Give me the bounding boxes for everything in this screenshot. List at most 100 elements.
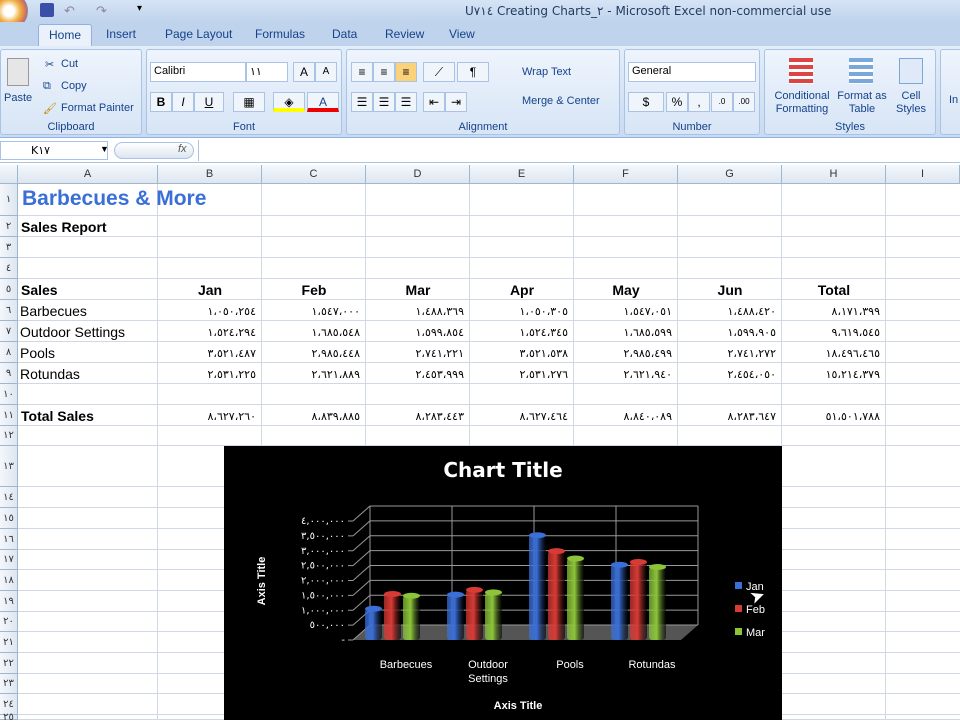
row-header[interactable]: ۱۳: [0, 446, 18, 487]
column-header-F[interactable]: F: [574, 165, 678, 184]
conditional-formatting-button[interactable]: Conditional Formatting: [769, 90, 835, 116]
row-header[interactable]: ٦: [0, 300, 18, 321]
row-header[interactable]: ۷: [0, 321, 18, 342]
row-label-cell[interactable]: Pools: [20, 345, 55, 361]
value-cell[interactable]: ۱٥،۲۱٤،۳۷۹: [782, 368, 880, 381]
value-cell[interactable]: ۱،٤۸۸،٤۲۰: [678, 305, 776, 318]
value-cell[interactable]: ۱،٥۹۹،۸٥٤: [366, 326, 465, 339]
row-header[interactable]: ۲۱: [0, 632, 18, 653]
value-cell[interactable]: ۳،٥۲۱،٥۳۸: [470, 347, 568, 360]
value-cell[interactable]: ۲،٤٥٤،۰٥۰: [678, 368, 776, 381]
value-cell[interactable]: ۱،٥۹۹،۹۰٥: [678, 326, 777, 339]
value-cell[interactable]: ۲،٦۲۱،۹٤۰: [574, 368, 672, 381]
tab-home[interactable]: Home: [38, 24, 93, 46]
total-label-cell[interactable]: Total Sales: [21, 408, 94, 424]
row-header[interactable]: ۱۷: [0, 550, 18, 570]
value-cell[interactable]: ۲،۹۸٥،٤٤۸: [262, 347, 360, 360]
header-cell[interactable]: May: [574, 282, 678, 298]
shrink-font-icon[interactable]: A: [315, 62, 337, 82]
column-header-H[interactable]: H: [782, 165, 886, 184]
tab-formulas[interactable]: Formulas: [255, 27, 305, 41]
copy-button[interactable]: Copy: [61, 80, 87, 92]
total-cell[interactable]: ۸،٦۲۷،۲٦۰: [158, 410, 256, 423]
decrease-decimal-icon[interactable]: .00: [733, 92, 755, 112]
bold-button[interactable]: B: [150, 92, 172, 112]
insert-button[interactable]: In: [949, 94, 958, 106]
value-cell[interactable]: ۱،۰٥۰،۲٥٤: [158, 305, 257, 318]
number-format-select[interactable]: General: [628, 62, 756, 82]
underline-button[interactable]: U: [194, 92, 224, 112]
value-cell[interactable]: ۱،٥۲٤،۲۹٤: [158, 326, 256, 339]
row-label-cell[interactable]: Barbecues: [20, 303, 87, 319]
value-cell[interactable]: ۱،٥٤۷،۰۰۰: [262, 305, 360, 318]
borders-icon[interactable]: ▦: [233, 92, 265, 112]
wrap-text-button[interactable]: Wrap Text: [522, 66, 571, 78]
value-cell[interactable]: ۱،٦۸٥،٥٤۸: [262, 326, 360, 339]
row-header[interactable]: ۱٥: [0, 508, 18, 529]
align-middle-icon[interactable]: ≡: [373, 62, 395, 82]
row-header[interactable]: ۱: [0, 184, 18, 216]
chart[interactable]: Chart Title -٥۰۰,۰۰۰ ۱,۰۰۰,۰۰۰ ۱,٥۰۰,۰۰۰ ۲,…: [224, 446, 782, 720]
column-header-G[interactable]: G: [678, 165, 782, 184]
value-cell[interactable]: ۲،۹۸٥،٤۹۹: [574, 347, 672, 360]
row-header[interactable]: ۲۳: [0, 674, 18, 694]
value-cell[interactable]: ۲،۷٤۱،۲۲۱: [366, 347, 464, 360]
x-axis-title[interactable]: Axis Title: [224, 700, 812, 712]
comma-button[interactable]: ,: [688, 92, 710, 112]
percent-button[interactable]: %: [666, 92, 688, 112]
row-header[interactable]: ۹: [0, 363, 18, 384]
row-header[interactable]: ۳: [0, 237, 18, 258]
font-name-select[interactable]: Calibri: [150, 62, 246, 82]
value-cell[interactable]: ۸،۱۷۱،۳۹۹: [782, 305, 880, 318]
header-cell[interactable]: Jun: [678, 282, 782, 298]
column-header-I[interactable]: I: [886, 165, 960, 184]
value-cell[interactable]: ۲،۷٤۱،۲۷۲: [678, 347, 776, 360]
tab-view[interactable]: View: [449, 27, 475, 41]
header-cell[interactable]: Total: [782, 282, 886, 298]
row-header[interactable]: ٥: [0, 279, 18, 300]
tab-review[interactable]: Review: [385, 27, 424, 41]
formula-input[interactable]: [198, 140, 960, 161]
total-cell[interactable]: ۸،٦۲۷،٤٦٤: [470, 410, 569, 423]
total-cell[interactable]: ٥۱،٥۰۱،۷۸۸: [782, 410, 880, 423]
cell-styles-button[interactable]: Cell Styles: [891, 90, 931, 116]
total-cell[interactable]: ۸،۸٤۰،۰۸۹: [574, 410, 672, 423]
row-header[interactable]: ۱۸: [0, 570, 18, 591]
grow-font-icon[interactable]: A: [293, 62, 315, 82]
tab-page-layout[interactable]: Page Layout: [165, 27, 232, 41]
name-box-dropdown-icon[interactable]: ▼: [100, 144, 109, 154]
italic-button[interactable]: I: [172, 92, 194, 112]
header-cell[interactable]: Apr: [470, 282, 574, 298]
total-cell[interactable]: ۸،۲۸۳،٦٤۷: [678, 410, 776, 423]
value-cell[interactable]: ۱،٥۲٤،۳٤٥: [470, 326, 568, 339]
column-header-A[interactable]: A: [18, 165, 158, 184]
value-cell[interactable]: ۹،٦۱۹،٥٤٥: [782, 326, 881, 339]
tab-data[interactable]: Data: [332, 27, 357, 41]
value-cell[interactable]: ۳،٥۲۱،٤۸۷: [158, 347, 256, 360]
value-cell[interactable]: ۲،٤٥۳،۹۹۹: [366, 368, 464, 381]
y-axis-title[interactable]: Axis Title: [256, 541, 268, 621]
sheet-subtitle[interactable]: Sales Report: [21, 219, 107, 235]
row-header[interactable]: ۱٦: [0, 529, 18, 550]
align-right-icon[interactable]: ☰: [395, 92, 417, 112]
row-header[interactable]: ۱۱: [0, 405, 18, 426]
row-header[interactable]: ٤: [0, 258, 18, 279]
sheet-title[interactable]: Barbecues & More: [22, 187, 206, 211]
row-label-cell[interactable]: Rotundas: [20, 366, 80, 382]
row-header[interactable]: ۱۲: [0, 426, 18, 446]
increase-decimal-icon[interactable]: .0: [711, 92, 733, 112]
rtl-icon[interactable]: ¶: [457, 62, 489, 82]
orientation-icon[interactable]: ⟋: [423, 62, 455, 82]
redo-icon[interactable]: ↷: [96, 3, 110, 18]
row-header[interactable]: ۱۹: [0, 591, 18, 612]
value-cell[interactable]: ۲،٥۳۱،۲۲٥: [158, 368, 257, 381]
value-cell[interactable]: ۱،٤۸۸،۳٦۹: [366, 305, 464, 318]
column-header-E[interactable]: E: [470, 165, 574, 184]
column-header-C[interactable]: C: [262, 165, 366, 184]
value-cell[interactable]: ۱،٦۸٥،٥۹۹: [574, 326, 672, 339]
row-header[interactable]: ۱٤: [0, 487, 18, 508]
row-header[interactable]: ۲: [0, 216, 18, 237]
format-painter-button[interactable]: Format Painter: [61, 102, 134, 114]
column-header-B[interactable]: B: [158, 165, 262, 184]
value-cell[interactable]: ۲،٦۲۱،۸۸۹: [262, 368, 360, 381]
